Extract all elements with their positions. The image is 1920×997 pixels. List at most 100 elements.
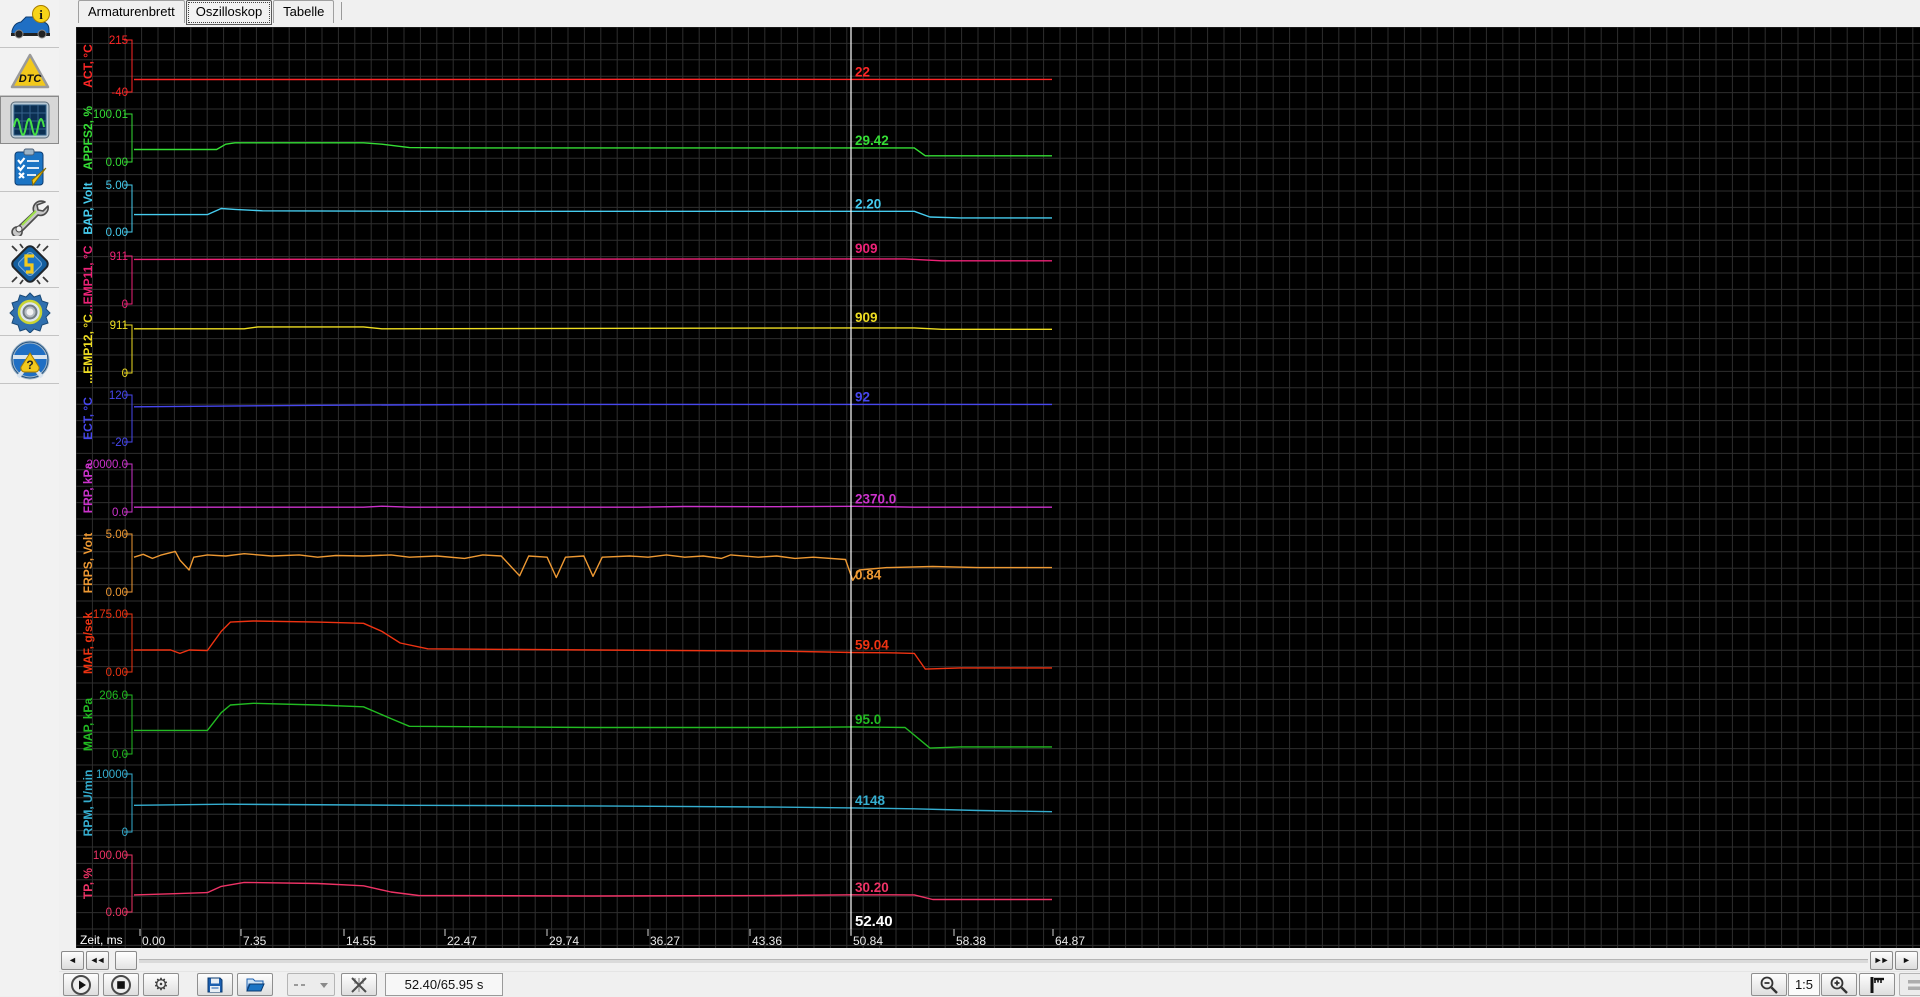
svg-text:i: i <box>39 7 43 22</box>
channel-appfs2: APPFS2, %100.010.0029.42 <box>81 106 1052 170</box>
time-tick-label: 43.36 <box>752 934 782 948</box>
scale-bottom-label: 0.0 <box>112 749 128 761</box>
tab-armaturenbrett[interactable]: Armaturenbrett <box>78 0 185 23</box>
channel-trace <box>134 551 1052 580</box>
scale-top-label: 20000.0 <box>86 459 128 471</box>
scale-bottom-label: 0 <box>122 299 128 311</box>
scale-bottom-label: -40 <box>111 87 128 99</box>
sidebar-item-help[interactable]: ? <box>0 336 59 384</box>
scale-top-label: 5.00 <box>106 529 128 541</box>
cursor-value-label: 22 <box>855 64 870 79</box>
channel-name-label: FRPS, Volt <box>81 533 95 593</box>
channel-frp: FRP, kPa20000.00.02370.0 <box>81 459 1052 519</box>
zoom-in-button[interactable] <box>1821 973 1857 996</box>
channel-trace <box>134 703 1052 748</box>
channel-emp11: ...EMP11, °C 911 0 909 <box>81 241 1052 314</box>
scale-top-label: 100.01 <box>93 109 128 121</box>
cut-signals-button[interactable] <box>341 973 377 996</box>
channel-name-label: ACT, °C <box>81 44 95 88</box>
chevron-down-icon <box>318 979 330 991</box>
tab-bar: Armaturenbrett Oszilloskop Tabelle <box>78 0 342 25</box>
channel-map: MAP, kPa206.00.095.0 <box>81 690 1052 761</box>
sidebar-item-tools[interactable] <box>0 192 59 240</box>
stop-icon <box>111 975 131 995</box>
cursor-value-label: 29.42 <box>855 133 889 148</box>
open-folder-icon <box>245 976 265 993</box>
cursor-value-label: 2.20 <box>855 196 881 211</box>
scale-bottom-label: 0.00 <box>106 227 128 239</box>
oscilloscope-plot[interactable]: ACT, °C215-4022APPFS2, %100.010.0029.42B… <box>76 27 1920 948</box>
channel-name-label: RPM, U/min <box>81 770 95 837</box>
play-icon <box>71 975 91 995</box>
channel-ect: ECT, °C120-2092 <box>81 389 1052 449</box>
sidebar-item-settings[interactable] <box>0 288 59 336</box>
scale-bottom-label: 0.00 <box>106 157 128 169</box>
channel-name-label: MAP, kPa <box>81 698 95 751</box>
channel-trace <box>134 506 1052 507</box>
channel-trace <box>134 404 1052 406</box>
channel-trace <box>134 621 1052 669</box>
time-tick-label: 7.35 <box>243 934 267 948</box>
scroll-step-right-button[interactable]: ► <box>1895 951 1918 970</box>
channel-trace <box>134 209 1052 218</box>
time-tick-label: 58.38 <box>956 934 986 948</box>
cursor-value-label: 909 <box>855 241 878 256</box>
sidebar-item-vehicle-info[interactable]: i <box>0 0 59 48</box>
time-tick-label: 50.84 <box>853 934 883 948</box>
scope-grid <box>76 27 1920 948</box>
scale-bottom-label: 0.00 <box>106 907 128 919</box>
channel-name-label: ...EMP12, °C <box>81 314 95 384</box>
scale-top-label: 120 <box>109 390 128 402</box>
sidebar-item-oscilloscope[interactable] <box>0 96 59 144</box>
scale-top-label: 100.00 <box>93 850 128 862</box>
channel-trace <box>134 327 1052 329</box>
line-thickness-icon <box>1907 978 1920 992</box>
stop-button[interactable] <box>103 973 139 996</box>
scale-top-label: 911 <box>110 320 128 332</box>
sidebar-item-dtc[interactable]: DTC <box>0 48 59 96</box>
channel-name-label: TP, % <box>81 868 95 899</box>
line-thickness-button[interactable] <box>1899 973 1920 996</box>
time-tick-label: 22.47 <box>447 934 477 948</box>
scroll-step-left-button[interactable]: ◄ <box>61 951 84 970</box>
scroll-page-right-button[interactable]: ►► <box>1870 951 1893 970</box>
checklist-icon <box>10 148 50 188</box>
save-floppy-icon <box>206 976 224 994</box>
play-button[interactable] <box>63 973 99 996</box>
zoom-out-button[interactable] <box>1751 973 1787 996</box>
channel-name-label: ECT, °C <box>81 397 95 440</box>
cursor-value-label: 4148 <box>855 793 886 808</box>
oscilloscope-icon <box>10 101 50 139</box>
record-settings-button[interactable]: ⚙ <box>143 973 179 996</box>
scale-bottom-label: 0.0 <box>112 507 128 519</box>
scroll-page-left-button[interactable]: ◄◄ <box>86 951 109 970</box>
tab-oszilloskop[interactable]: Oszilloskop <box>186 0 272 25</box>
svg-text:DTC: DTC <box>18 73 42 85</box>
sidebar-item-tests[interactable] <box>0 144 59 192</box>
sidebar-item-ecu[interactable] <box>0 240 59 288</box>
tab-tabelle[interactable]: Tabelle <box>273 0 334 23</box>
scale-bottom-label: 0 <box>122 827 128 839</box>
toolbar-gear-icon: ⚙ <box>153 976 168 993</box>
scale-top-label: 10000 <box>96 769 128 781</box>
time-tick-label: 29.74 <box>549 934 579 948</box>
scroll-thumb[interactable] <box>115 951 137 970</box>
cursor-value-label: 92 <box>855 389 870 404</box>
line-style-dropdown[interactable] <box>287 973 335 996</box>
time-tick-label: 14.55 <box>346 934 376 948</box>
measure-ruler-button[interactable] <box>1859 973 1895 996</box>
scroll-track[interactable] <box>139 959 1868 963</box>
scale-top-label: 175.00 <box>93 609 128 621</box>
scale-bottom-label: 0.00 <box>106 667 128 679</box>
channel-name-label: MAF, g/sek <box>81 612 95 674</box>
open-file-button[interactable] <box>237 973 273 996</box>
time-axis-title: Zeit, ms <box>80 933 123 947</box>
cursor-value-label: 30.20 <box>855 880 889 895</box>
scale-bottom-label: 0 <box>122 368 128 380</box>
channel-name-label: ...EMP11, °C <box>81 245 95 314</box>
cursor-time-label: 52.40 <box>855 913 893 930</box>
wrench-icon <box>9 196 51 236</box>
save-button[interactable] <box>197 973 233 996</box>
scale-top-label: 911 <box>110 251 128 263</box>
channel-act: ACT, °C215-4022 <box>81 35 1052 99</box>
